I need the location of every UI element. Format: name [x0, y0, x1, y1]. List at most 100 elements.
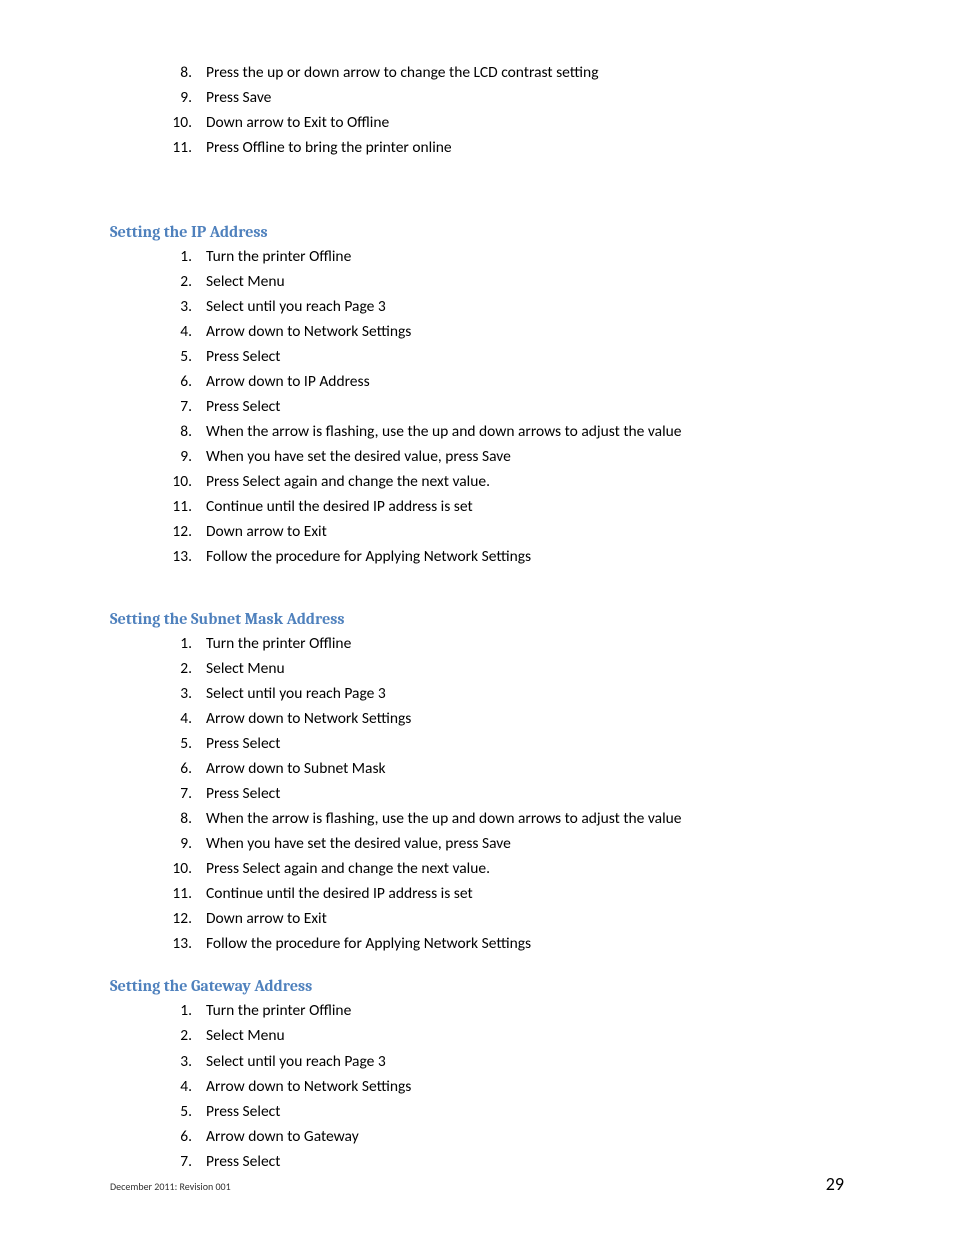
list-number: 10.	[164, 470, 192, 494]
list-number: 3.	[164, 682, 192, 706]
list-text: Turn the printer Offline	[206, 634, 351, 653]
list-item: 9.When you have set the desired value, p…	[164, 445, 844, 469]
list-item: 10. Press Select again and change the nex…	[164, 470, 844, 494]
list-item: 3. Select until you reach Page 3	[164, 295, 844, 319]
list-item: 2. Select Menu	[164, 1024, 844, 1048]
list-text: Arrow down to IP Address	[206, 372, 370, 391]
list-number: 5.	[164, 1100, 192, 1124]
list-number: 5.	[164, 345, 192, 369]
list-number: 1.	[164, 999, 192, 1023]
list-text: Arrow down to Gateway	[206, 1127, 359, 1146]
section-heading: Setting the Gateway Address	[110, 977, 844, 995]
list-item: 11. Press Offline to bring the printer on…	[164, 136, 844, 160]
list-item: 11. Continue until the desired IP address…	[164, 495, 844, 519]
list-number: 2.	[164, 270, 192, 294]
section-gap	[110, 161, 844, 223]
list-number: 9.	[164, 86, 192, 110]
list-text: Press Offline to bring the printer onlin…	[206, 138, 452, 157]
list-item: 1. Turn the printer Offline	[164, 999, 844, 1023]
list-item: 3. Select until you reach Page 3	[164, 682, 844, 706]
list-text: Down arrow to Exit	[206, 522, 327, 541]
list-number: 6.	[164, 370, 192, 394]
list-item: 7. Press Select	[164, 782, 844, 806]
list-item: 4. Arrow down to Network Settings	[164, 1075, 844, 1099]
list-number: 1.	[164, 245, 192, 269]
list-number: 1.	[164, 632, 192, 656]
list-item: 10. Down arrow to Exit to Offline	[164, 111, 844, 135]
list-text: Select Menu	[206, 659, 285, 678]
list-text: Press Select	[206, 1102, 280, 1121]
list-item: 4. Arrow down to Network Settings	[164, 320, 844, 344]
list-text: Down arrow to Exit	[206, 909, 327, 928]
list-item: 3. Select until you reach Page 3	[164, 1050, 844, 1074]
list-number: 11.	[164, 495, 192, 519]
page-footer: December 2011: Revision 001 29	[110, 1173, 844, 1195]
list-item: 5. Press Select	[164, 1100, 844, 1124]
list-number: 7.	[164, 395, 192, 419]
list-text: Press Select	[206, 1152, 280, 1171]
list-item: 11.Continue until the desired IP address…	[164, 882, 844, 906]
sections-container: Setting the IP Address1.Turn the printer…	[110, 161, 844, 1174]
section-heading: Setting the Subnet Mask Address	[110, 610, 844, 628]
footer-revision: December 2011: Revision 001	[110, 1180, 231, 1193]
list-item: 2. Select Menu	[164, 657, 844, 681]
list-number: 2.	[164, 657, 192, 681]
list-item: 13.Follow the procedure for Applying Net…	[164, 545, 844, 569]
list-text: Press Select	[206, 734, 280, 753]
list-text: Press Select	[206, 784, 280, 803]
list-text: Press Select	[206, 397, 280, 416]
section-gap	[110, 570, 844, 610]
list-number: 3.	[164, 295, 192, 319]
list-number: 11.	[164, 882, 192, 906]
list-item: 7.Press Select	[164, 1150, 844, 1174]
list-item: 12. Down arrow to Exit	[164, 907, 844, 931]
list-item: 10.Press Select again and change the nex…	[164, 857, 844, 881]
list-item: 6.Arrow down to Subnet Mask	[164, 757, 844, 781]
list-number: 13.	[164, 545, 192, 569]
document-page: 8. Press the up or down arrow to change t…	[0, 0, 954, 1235]
section-list: 1. Turn the printer Offline 2. Select Menu 3…	[164, 999, 844, 1173]
list-text: Select until you reach Page 3	[206, 1052, 386, 1071]
list-item: 12.Down arrow to Exit	[164, 520, 844, 544]
list-number: 10.	[164, 111, 192, 135]
list-text: Arrow down to Network Settings	[206, 709, 411, 728]
list-number: 4.	[164, 1075, 192, 1099]
list-text: Select until you reach Page 3	[206, 684, 386, 703]
list-text: Down arrow to Exit to Offline	[206, 113, 389, 132]
list-number: 7.	[164, 782, 192, 806]
list-text: Press the up or down arrow to change the…	[206, 63, 599, 82]
list-text: When you have set the desired value, pre…	[206, 834, 511, 853]
list-number: 13.	[164, 932, 192, 956]
list-text: Turn the printer Offline	[206, 1001, 351, 1020]
list-item: 9. Press Save	[164, 86, 844, 110]
list-text: Follow the procedure for Applying Networ…	[206, 934, 531, 953]
list-item: 8. When the arrow is flashing, use the up…	[164, 807, 844, 831]
list-item: 8. When the arrow is flashing, use the up…	[164, 420, 844, 444]
list-text: Continue until the desired IP address is…	[206, 497, 473, 516]
list-text: Select until you reach Page 3	[206, 297, 386, 316]
footer-page-number: 29	[826, 1173, 844, 1195]
list-number: 2.	[164, 1024, 192, 1048]
intro-list: 8.Press the up or down arrow to change t…	[164, 61, 844, 160]
list-text: Press Select again and change the next v…	[206, 859, 490, 878]
list-text: Arrow down to Network Settings	[206, 322, 411, 341]
list-number: 3.	[164, 1050, 192, 1074]
list-number: 12.	[164, 907, 192, 931]
list-text: Select Menu	[206, 1026, 285, 1045]
list-item: 8.Press the up or down arrow to change t…	[164, 61, 844, 85]
list-text: When the arrow is flashing, use the up a…	[206, 809, 681, 828]
list-number: 4.	[164, 320, 192, 344]
section-list: 1.Turn the printer Offline2.Select Menu3…	[164, 245, 844, 569]
list-number: 8.	[164, 807, 192, 831]
list-text: Arrow down to Subnet Mask	[206, 759, 386, 778]
list-number: 11.	[164, 136, 192, 160]
list-text: Select Menu	[206, 272, 285, 291]
list-text: Press Save	[206, 88, 271, 107]
list-number: 5.	[164, 732, 192, 756]
list-item: 5. Press Select	[164, 732, 844, 756]
list-text: Press Select again and change the next v…	[206, 472, 490, 491]
list-number: 8.	[164, 420, 192, 444]
list-number: 9.	[164, 445, 192, 469]
list-text: When the arrow is flashing, use the up a…	[206, 422, 681, 441]
list-text: Arrow down to Network Settings	[206, 1077, 411, 1096]
